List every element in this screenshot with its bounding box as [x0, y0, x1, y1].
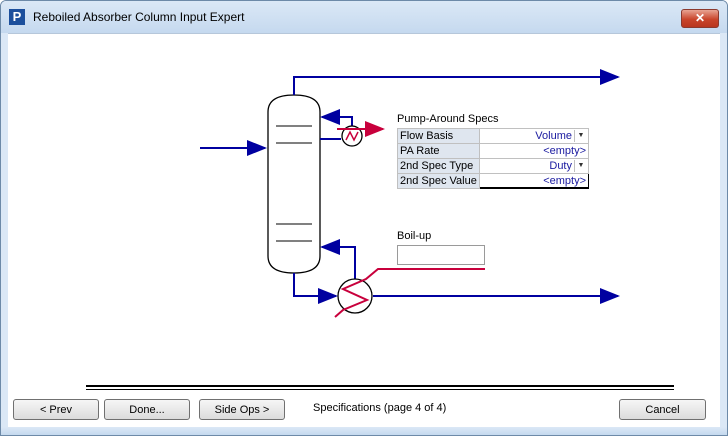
separator-line [86, 389, 674, 390]
second-spec-value-field[interactable]: <empty> [478, 173, 590, 189]
pump-around-table: Flow Basis Volume ▼ PA Rate <empty> 2nd … [397, 128, 590, 189]
column-diagram [200, 69, 620, 318]
cancel-button[interactable]: Cancel [619, 399, 706, 420]
boilup-label: Boil-up [397, 230, 432, 242]
table-row: 2nd Spec Type Duty ▼ [397, 158, 590, 174]
prev-button[interactable]: < Prev [13, 399, 99, 420]
second-spec-type-select[interactable]: Duty ▼ [478, 158, 590, 174]
pump-around-heading: Pump-Around Specs [397, 113, 499, 125]
chevron-down-icon[interactable]: ▼ [574, 160, 587, 172]
separator-line [86, 385, 674, 387]
boilup-input[interactable] [397, 245, 485, 265]
flow-basis-select[interactable]: Volume ▼ [478, 128, 590, 144]
flow-basis-label: Flow Basis [397, 128, 480, 144]
second-spec-type-value: Duty [549, 160, 572, 172]
table-row: 2nd Spec Value <empty> [397, 173, 590, 189]
side-ops-button[interactable]: Side Ops > [199, 399, 285, 420]
done-button[interactable]: Done... [104, 399, 190, 420]
table-row: Flow Basis Volume ▼ [397, 128, 590, 144]
table-row: PA Rate <empty> [397, 143, 590, 159]
second-spec-value-label: 2nd Spec Value [397, 173, 480, 189]
flow-basis-value: Volume [535, 130, 572, 142]
page-status: Specifications (page 4 of 4) [313, 402, 447, 414]
chevron-down-icon[interactable]: ▼ [574, 130, 587, 142]
pa-rate-field[interactable]: <empty> [478, 143, 590, 159]
column-vessel [267, 94, 321, 274]
overhead-vapor-stream [293, 69, 620, 95]
second-spec-type-label: 2nd Spec Type [397, 158, 480, 174]
pa-rate-label: PA Rate [397, 143, 480, 159]
